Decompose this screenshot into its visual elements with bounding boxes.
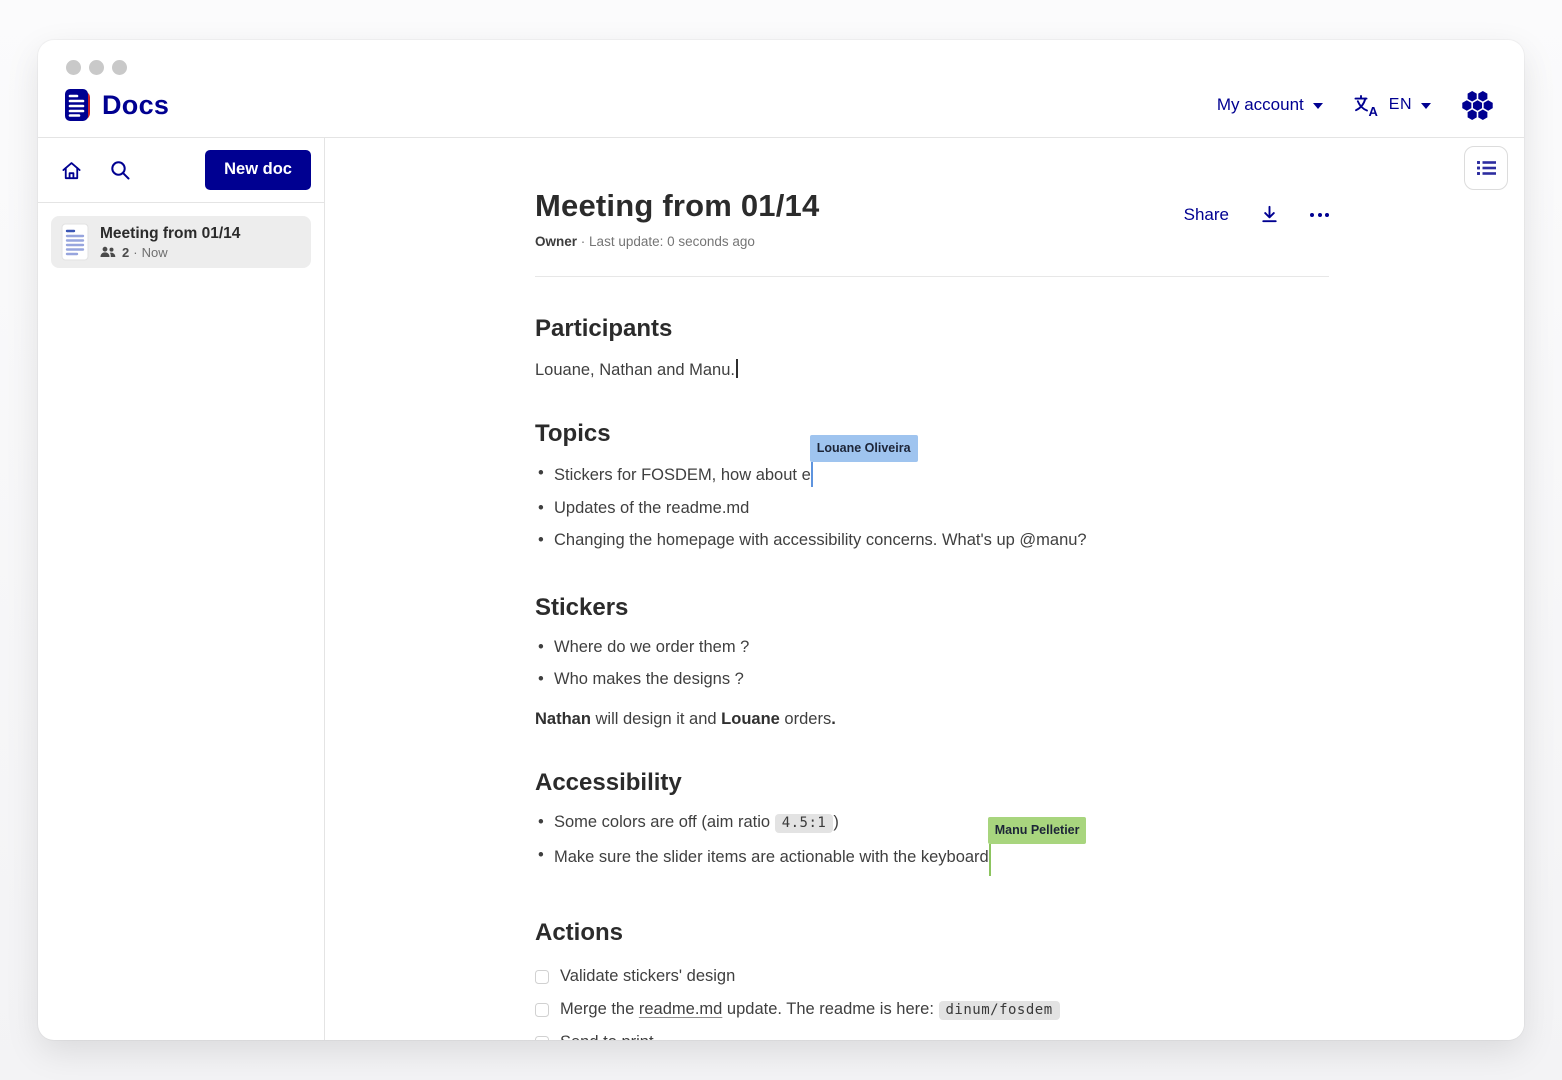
section-heading-stickers: Stickers (535, 594, 1329, 622)
list-icon (1476, 159, 1497, 177)
document-actions: Share (1184, 204, 1329, 225)
search-icon (109, 159, 131, 181)
code-chip: dinum/fosdem (939, 1001, 1060, 1020)
role-label: Owner (535, 234, 577, 249)
code-chip: 4.5:1 (775, 814, 834, 833)
section-heading-actions: Actions (535, 919, 1329, 947)
task-label: Merge the readme.md update. The readme i… (560, 1000, 1060, 1019)
task-label: Send to print (560, 1033, 654, 1040)
section-heading-accessibility: Accessibility (535, 769, 1329, 797)
last-update-label: Last update: 0 seconds ago (589, 234, 755, 249)
list-item: Stickers for FOSDEM, how about eLouane O… (554, 457, 1329, 492)
task-checkbox[interactable] (535, 1003, 549, 1017)
chevron-down-icon (1313, 103, 1323, 109)
sidebar: New doc (38, 138, 325, 1040)
language-selector[interactable]: A EN (1353, 94, 1431, 117)
document-title[interactable]: Meeting from 01/14 (535, 188, 819, 224)
list-item: Updates of the readme.md (554, 492, 1329, 524)
updated-time: Now (142, 245, 168, 260)
window-control-dot (66, 60, 81, 75)
language-label: EN (1389, 96, 1412, 114)
document-list: Meeting from 01/14 2 (38, 203, 324, 281)
app-title: Docs (102, 90, 169, 121)
new-doc-button[interactable]: New doc (205, 150, 311, 190)
document-item-title: Meeting from 01/14 (100, 225, 240, 243)
main-panel: Meeting from 01/14 Owner · Last update: … (325, 138, 1524, 1040)
section-heading-participants: Participants (535, 315, 1329, 343)
task-item: Send to print (535, 1026, 1329, 1040)
document-thumbnail-icon (61, 223, 89, 261)
sidebar-toolbar: New doc (38, 138, 324, 203)
remote-cursor-label: Louane Oliveira (810, 435, 918, 462)
apps-grid-button[interactable] (1461, 89, 1494, 122)
apps-flower-icon (1461, 89, 1494, 122)
ellipsis-icon (1310, 213, 1329, 217)
more-options-button[interactable] (1310, 213, 1329, 217)
my-account-menu[interactable]: My account (1217, 95, 1323, 115)
remote-cursor-label: Manu Pelletier (988, 817, 1087, 844)
topics-list: Stickers for FOSDEM, how about eLouane O… (535, 457, 1329, 556)
editor[interactable]: Participants Louane, Nathan and Manu. To… (535, 315, 1329, 1040)
app-logo: Docs (62, 87, 169, 123)
translate-icon: A (1353, 94, 1380, 117)
section-heading-topics: Topics (535, 420, 1329, 448)
download-button[interactable] (1259, 204, 1280, 225)
list-item: Where do we order them ? (554, 631, 1329, 663)
meta-separator: · (133, 245, 137, 260)
my-account-label: My account (1217, 95, 1304, 115)
task-checkbox[interactable] (535, 970, 549, 984)
readme-link[interactable]: readme.md (639, 1000, 722, 1018)
document-item-meta: 2 · Now (100, 245, 240, 260)
remote-cursor-green: Manu Pelletier (989, 844, 991, 876)
members-icon (100, 246, 116, 258)
text-caret (736, 359, 738, 378)
members-count: 2 (122, 245, 129, 260)
home-button[interactable] (60, 159, 83, 182)
docs-logo-icon (62, 87, 93, 123)
list-item: Who makes the designs ? (554, 663, 1329, 695)
svg-text:A: A (1368, 104, 1378, 117)
remote-cursor-blue: Louane Oliveira (811, 462, 813, 487)
list-item: Some colors are off (aim ratio 4.5:1) (554, 806, 1329, 839)
participants-text: Louane, Nathan and Manu. (535, 358, 1329, 382)
list-item: Make sure the slider items are actionabl… (554, 839, 1329, 881)
document-meta: Owner · Last update: 0 seconds ago (535, 234, 819, 249)
task-item: Merge the readme.md update. The readme i… (535, 993, 1329, 1026)
meta-separator: · (581, 234, 586, 249)
list-item: Changing the homepage with accessibility… (554, 524, 1329, 556)
window-control-dot (89, 60, 104, 75)
search-button[interactable] (109, 159, 131, 181)
document-header: Meeting from 01/14 Owner · Last update: … (535, 188, 1329, 249)
task-checkbox[interactable] (535, 1036, 549, 1041)
app-header: Docs My account A (38, 75, 1524, 138)
header-controls: My account A EN (1217, 89, 1494, 122)
home-icon (60, 159, 83, 182)
document-list-item[interactable]: Meeting from 01/14 2 (51, 216, 311, 268)
window-titlebar (38, 40, 1524, 75)
app-window: Docs My account A (38, 40, 1524, 1040)
window-control-dot (112, 60, 127, 75)
share-button[interactable]: Share (1184, 205, 1229, 225)
task-label: Validate stickers' design (560, 967, 735, 986)
table-of-contents-button[interactable] (1464, 146, 1508, 190)
accessibility-list: Some colors are off (aim ratio 4.5:1) Ma… (535, 806, 1329, 881)
download-icon (1259, 204, 1280, 225)
chevron-down-icon (1421, 103, 1431, 109)
header-divider (535, 276, 1329, 277)
task-list: Validate stickers' design Merge the read… (535, 960, 1329, 1040)
stickers-note: Nathan will design it and Louane orders. (535, 707, 1329, 731)
stickers-list: Where do we order them ? Who makes the d… (535, 631, 1329, 695)
task-item: Validate stickers' design (535, 960, 1329, 993)
